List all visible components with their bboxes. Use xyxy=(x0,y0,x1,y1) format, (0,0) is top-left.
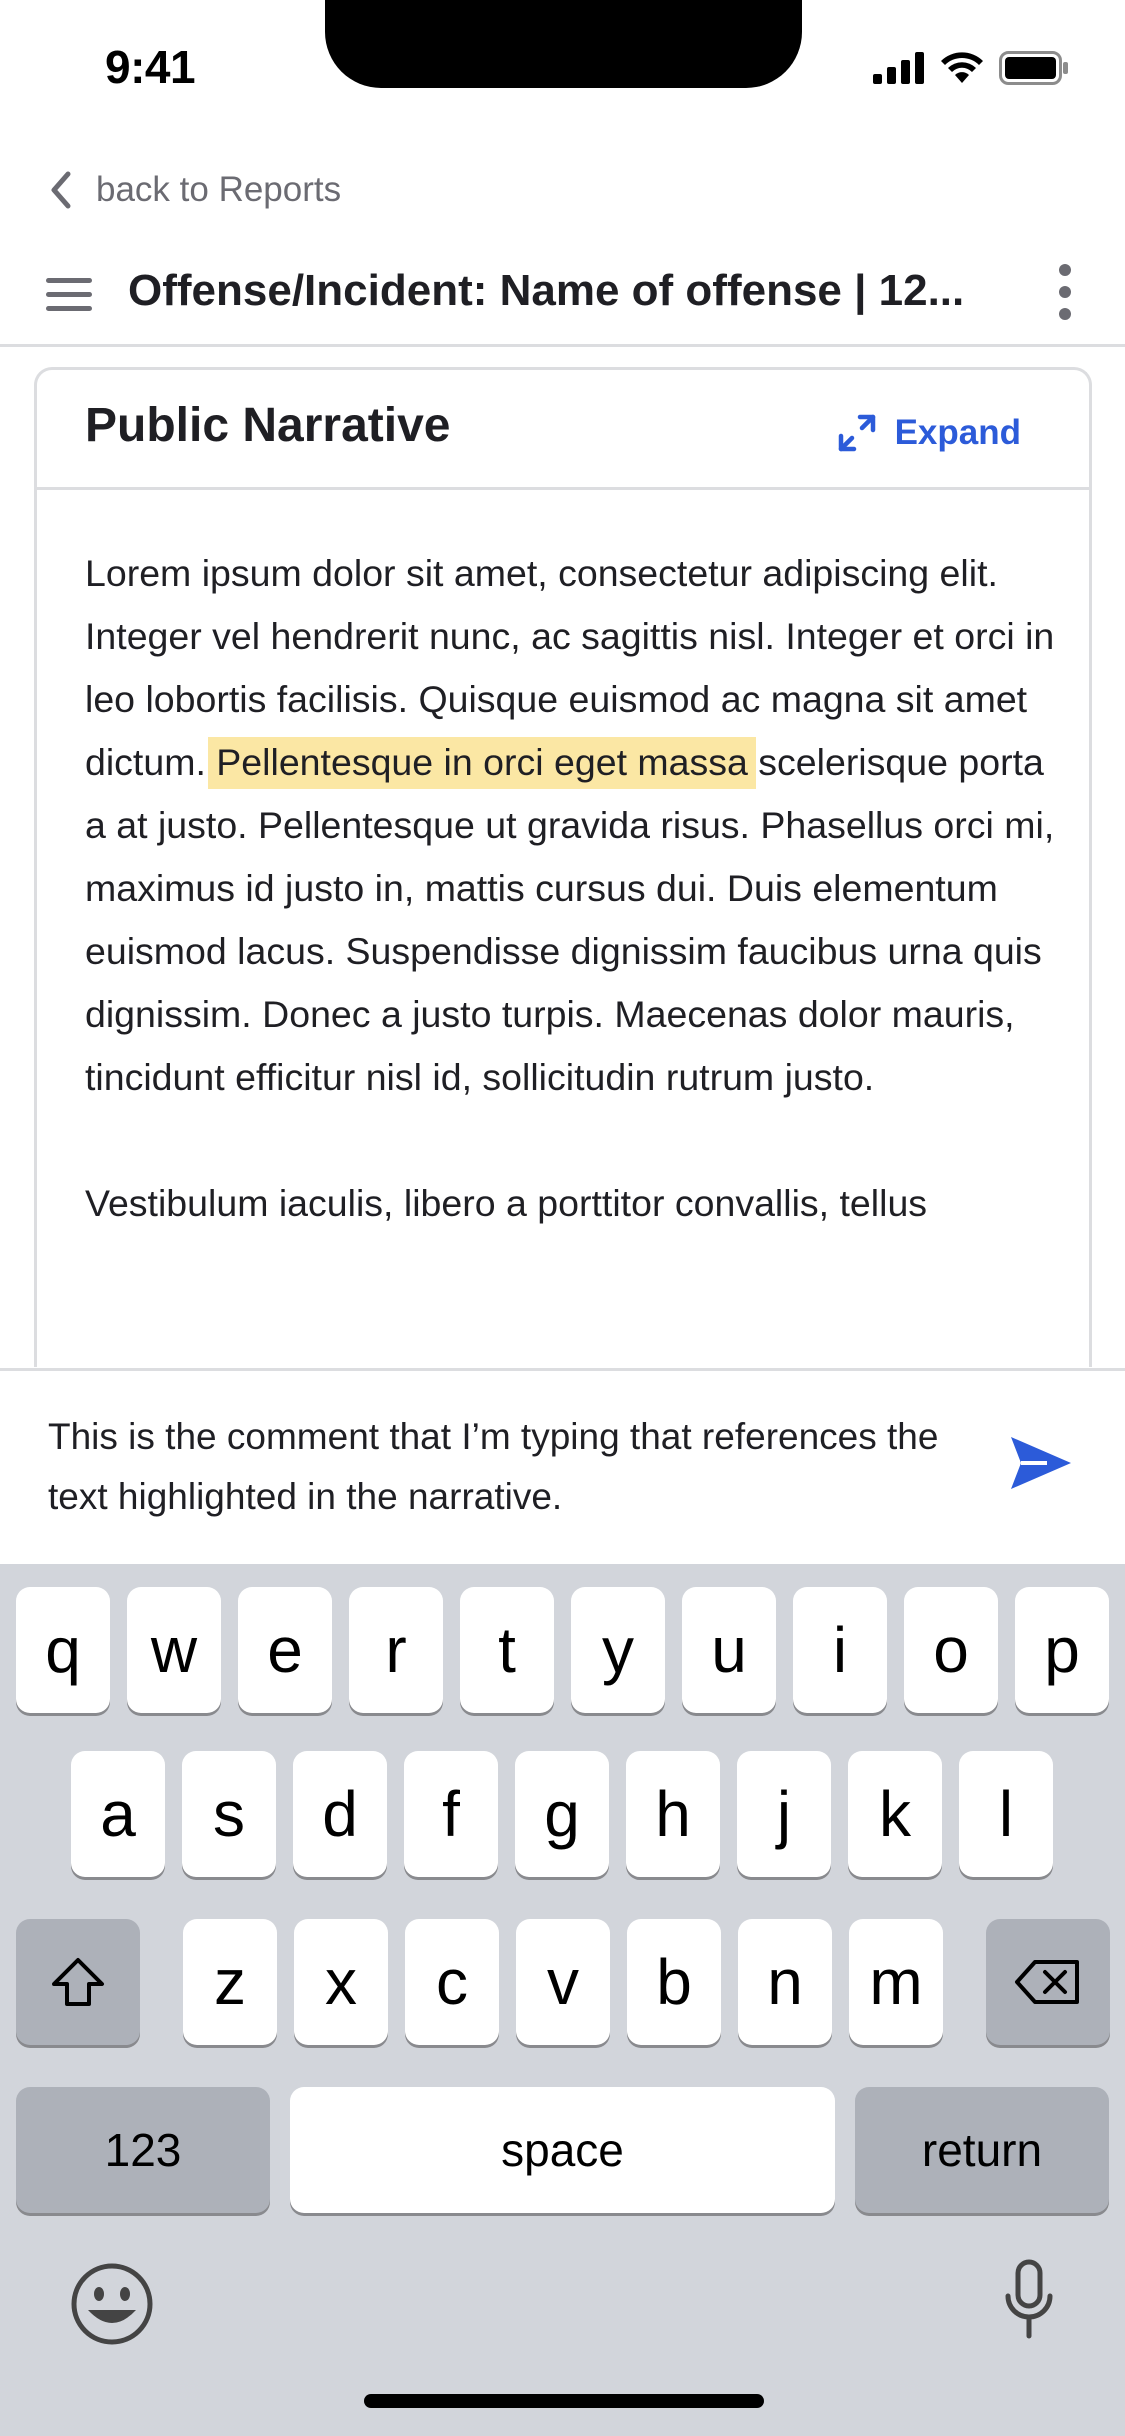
key-f[interactable]: f xyxy=(404,1751,498,1877)
header-divider xyxy=(0,344,1125,347)
key-w[interactable]: w xyxy=(127,1587,221,1713)
key-r[interactable]: r xyxy=(349,1587,443,1713)
expand-label: Expand xyxy=(894,413,1021,452)
narrative-paragraph: Vestibulum iaculis, libero a porttitor c… xyxy=(85,1182,928,1224)
narrative-paragraph: Lorem ipsum dolor sit amet, consectetur … xyxy=(85,542,1075,1109)
on-screen-keyboard: qwertyuiop asdfghjkl zxcvbnm 123 space r… xyxy=(0,1564,1125,2436)
key-i[interactable]: i xyxy=(793,1587,887,1713)
status-icons xyxy=(873,48,1069,88)
key-t[interactable]: t xyxy=(460,1587,554,1713)
home-indicator xyxy=(364,2394,764,2408)
highlighted-text[interactable]: Pellentesque in orci eget massa xyxy=(208,737,756,789)
back-to-reports-link[interactable]: back to Reports xyxy=(48,160,341,220)
more-options-icon[interactable] xyxy=(1057,264,1073,328)
space-key[interactable]: space xyxy=(290,2087,835,2213)
key-n[interactable]: n xyxy=(738,1919,832,2045)
shift-arrow-icon xyxy=(52,1958,104,2006)
cellular-signal-icon xyxy=(873,52,924,84)
key-s[interactable]: s xyxy=(182,1751,276,1877)
emoji-icon[interactable] xyxy=(70,2262,154,2346)
back-link-label: back to Reports xyxy=(96,170,342,209)
page-header: Offense/Incident: Name of offense | 12..… xyxy=(0,250,1125,342)
key-q[interactable]: q xyxy=(16,1587,110,1713)
key-b[interactable]: b xyxy=(627,1919,721,2045)
card-title: Public Narrative xyxy=(85,399,451,452)
key-p[interactable]: p xyxy=(1015,1587,1109,1713)
expand-button[interactable]: Expand xyxy=(837,408,1021,458)
key-v[interactable]: v xyxy=(516,1919,610,2045)
card-header: Public Narrative Expand xyxy=(37,370,1089,490)
wifi-icon xyxy=(941,52,983,83)
key-e[interactable]: e xyxy=(238,1587,332,1713)
return-key[interactable]: return xyxy=(855,2087,1109,2213)
narrative-text[interactable]: Lorem ipsum dolor sit amet, consectetur … xyxy=(85,542,1075,1298)
device-notch xyxy=(325,0,802,88)
numbers-key[interactable]: 123 xyxy=(16,2087,270,2213)
key-o[interactable]: o xyxy=(904,1587,998,1713)
key-z[interactable]: z xyxy=(183,1919,277,2045)
backspace-icon xyxy=(1015,1960,1079,2004)
key-l[interactable]: l xyxy=(959,1751,1053,1877)
delete-key[interactable] xyxy=(986,1919,1110,2045)
key-g[interactable]: g xyxy=(515,1751,609,1877)
status-bar: 9:41 xyxy=(0,0,1125,132)
key-m[interactable]: m xyxy=(849,1919,943,2045)
comment-input[interactable]: This is the comment that I’m typing that… xyxy=(48,1407,948,1527)
chevron-left-icon xyxy=(51,171,71,209)
narrative-text-after: scelerisque porta a at justo. Pellentesq… xyxy=(85,741,1055,1098)
comment-composer: This is the comment that I’m typing that… xyxy=(0,1368,1125,1564)
status-time: 9:41 xyxy=(105,41,196,93)
key-h[interactable]: h xyxy=(626,1751,720,1877)
key-k[interactable]: k xyxy=(848,1751,942,1877)
key-c[interactable]: c xyxy=(405,1919,499,2045)
key-a[interactable]: a xyxy=(71,1751,165,1877)
shift-key[interactable] xyxy=(16,1919,140,2045)
hamburger-menu-icon[interactable] xyxy=(46,272,92,318)
key-j[interactable]: j xyxy=(737,1751,831,1877)
key-d[interactable]: d xyxy=(293,1751,387,1877)
expand-arrows-icon xyxy=(838,414,875,452)
key-y[interactable]: y xyxy=(571,1587,665,1713)
public-narrative-card: Public Narrative Expand Lorem ipsum dolo… xyxy=(34,367,1092,1367)
battery-icon xyxy=(999,51,1068,85)
microphone-icon[interactable] xyxy=(1004,2258,1054,2340)
page-title: Offense/Incident: Name of offense | 12..… xyxy=(128,266,965,315)
send-icon[interactable] xyxy=(1007,1433,1075,1493)
key-u[interactable]: u xyxy=(682,1587,776,1713)
key-x[interactable]: x xyxy=(294,1919,388,2045)
